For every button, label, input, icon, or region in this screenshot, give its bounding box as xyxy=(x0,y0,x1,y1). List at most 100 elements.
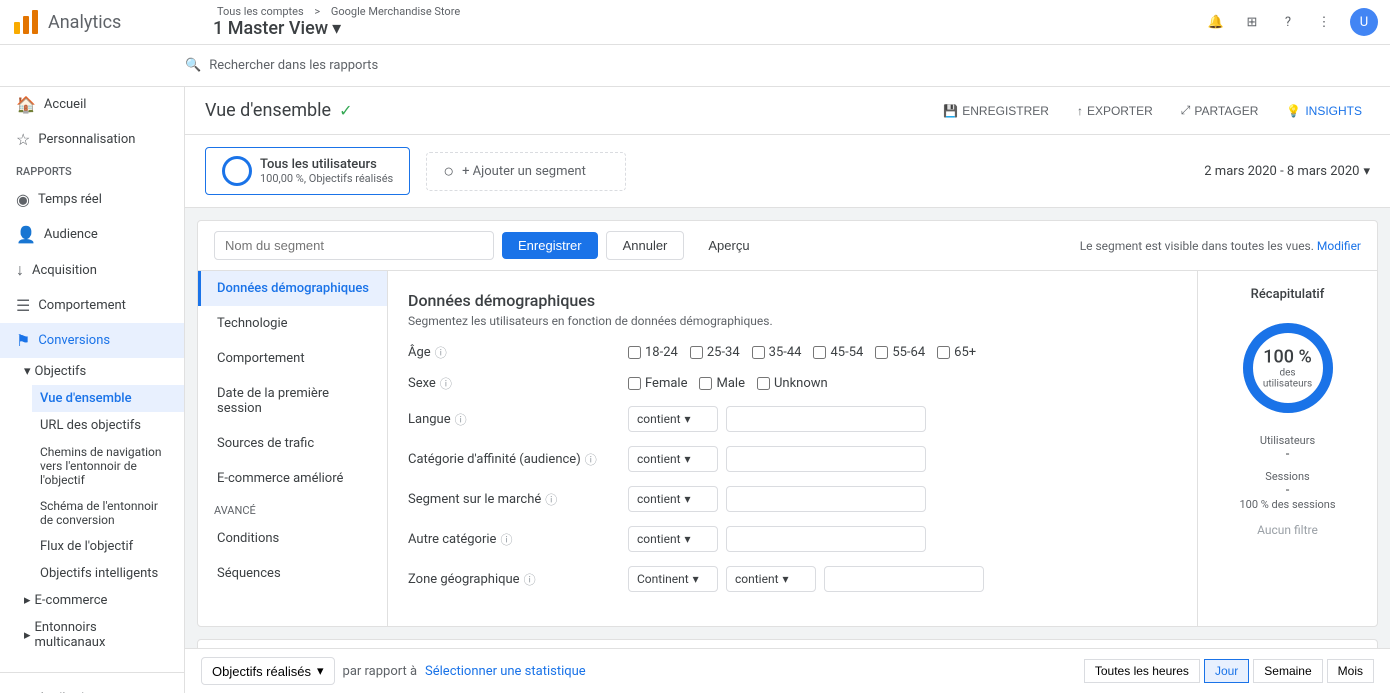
sidebar-item-temps-reel[interactable]: ◉ Temps réel xyxy=(0,182,184,217)
segment-save-btn[interactable]: Enregistrer xyxy=(502,232,598,259)
chevron-down-icon5: ▾ xyxy=(693,572,699,586)
period-month-btn[interactable]: Mois xyxy=(1327,659,1374,683)
geo-operator-select[interactable]: contient ▾ xyxy=(726,566,816,592)
langue-info-icon[interactable]: ⓘ xyxy=(455,411,467,428)
help-icon[interactable]: ? xyxy=(1278,12,1298,32)
sexe-row: Sexe ⓘ Female Male Unknown xyxy=(408,375,1177,392)
age-18-24[interactable]: 18-24 xyxy=(628,345,678,360)
donut-sub: des utilisateurs xyxy=(1263,368,1313,390)
sexe-info-icon[interactable]: ⓘ xyxy=(440,375,452,392)
sidebar-item-conversions[interactable]: ⚑ Conversions xyxy=(0,323,184,358)
affinity-value-input[interactable] xyxy=(726,446,926,472)
share-button[interactable]: ⤢ PARTAGER xyxy=(1173,99,1267,122)
sidebar-item-accueil[interactable]: 🏠 Accueil xyxy=(0,87,184,122)
attribution-icon: ◎ xyxy=(16,689,30,693)
geo-level-select[interactable]: Continent ▾ xyxy=(628,566,718,592)
segment-modify-link[interactable]: Modifier xyxy=(1317,239,1361,253)
chevron-down-icon4: ▾ xyxy=(685,532,691,546)
sidebar-ecommerce[interactable]: ▸E-commerce xyxy=(16,587,184,614)
segment-name-input[interactable] xyxy=(214,231,494,260)
segment-preview-btn[interactable]: Aperçu xyxy=(692,232,765,259)
sidebar-url-objectifs[interactable]: URL des objectifs xyxy=(32,412,184,439)
search-area[interactable]: 🔍 Rechercher dans les rapports xyxy=(185,58,378,73)
editor-nav-technologie[interactable]: Technologie xyxy=(198,306,387,341)
marche-info-icon[interactable]: ⓘ xyxy=(545,491,557,508)
conversions-submenu: ▾Objectifs Vue d'ensemble URL des object… xyxy=(0,358,184,656)
affinity-row: Catégorie d'affinité (audience) ⓘ contie… xyxy=(408,446,1177,472)
affinity-info-icon[interactable]: ⓘ xyxy=(585,451,597,468)
langue-operator-select[interactable]: contient ▾ xyxy=(628,406,718,432)
sexe-female[interactable]: Female xyxy=(628,376,687,391)
sidebar-attribution[interactable]: ◎ Attribution BETA xyxy=(0,681,184,693)
geo-row: Zone géographique ⓘ Continent ▾ contient… xyxy=(408,566,1177,592)
export-button[interactable]: ↑ EXPORTER xyxy=(1069,100,1161,122)
editor-nav-sources-trafic[interactable]: Sources de trafic xyxy=(198,426,387,461)
geo-info-icon[interactable]: ⓘ xyxy=(524,571,536,588)
sidebar-item-audience[interactable]: 👤 Audience xyxy=(0,217,184,252)
editor-nav: Données démographiques Technologie Compo… xyxy=(198,271,388,626)
autre-info-icon[interactable]: ⓘ xyxy=(500,531,512,548)
sidebar-schema[interactable]: Schéma de l'entonnoir de conversion xyxy=(32,493,184,533)
sidebar-vue-ensemble[interactable]: Vue d'ensemble xyxy=(32,385,184,412)
period-week-btn[interactable]: Semaine xyxy=(1253,659,1322,683)
sidebar-intelligents[interactable]: Objectifs intelligents xyxy=(32,560,184,587)
sexe-male[interactable]: Male xyxy=(699,376,744,391)
notifications-icon[interactable]: 🔔 xyxy=(1206,12,1226,32)
date-range-picker[interactable]: 2 mars 2020 - 8 mars 2020 ▾ xyxy=(1204,164,1370,179)
segment-editor-body: Données démographiques Technologie Compo… xyxy=(198,271,1377,626)
autre-controls: contient ▾ xyxy=(628,526,1177,552)
editor-nav-donnees-demo[interactable]: Données démographiques xyxy=(198,271,387,306)
langue-value-input[interactable] xyxy=(726,406,926,432)
avatar[interactable]: U xyxy=(1350,8,1378,36)
app-title: Analytics xyxy=(48,12,121,33)
header-icons: 🔔 ⊞ ? ⋮ U xyxy=(1206,8,1378,36)
view-selector[interactable]: 1 Master View ▾ xyxy=(213,18,1206,39)
age-25-34[interactable]: 25-34 xyxy=(690,345,740,360)
sidebar-entonnoirs[interactable]: ▸Entonnoirs multicanaux xyxy=(16,614,184,656)
more-icon[interactable]: ⋮ xyxy=(1314,12,1334,32)
autre-operator-select[interactable]: contient ▾ xyxy=(628,526,718,552)
donut-percentage: 100 % xyxy=(1263,347,1313,368)
age-55-64[interactable]: 55-64 xyxy=(875,345,925,360)
sidebar-objectifs[interactable]: ▾Objectifs xyxy=(16,358,184,385)
sexe-label: Sexe ⓘ xyxy=(408,375,628,392)
metric-select-btn[interactable]: Objectifs réalisés ▾ xyxy=(201,657,335,685)
breadcrumb: Tous les comptes > Google Merchandise St… xyxy=(213,5,1206,18)
age-65plus[interactable]: 65+ xyxy=(937,345,976,360)
autre-value-input[interactable] xyxy=(726,526,926,552)
segment-sub: 100,00 %, Objectifs réalisés xyxy=(260,172,393,185)
editor-nav-sequences[interactable]: Séquences xyxy=(198,556,387,591)
insights-button[interactable]: 💡 INSIGHTS xyxy=(1278,100,1370,122)
geo-value-input[interactable] xyxy=(824,566,984,592)
add-segment-btn[interactable]: ○ + Ajouter un segment xyxy=(426,152,626,191)
sidebar-flux[interactable]: Flux de l'objectif xyxy=(32,533,184,560)
sidebar-chemins[interactable]: Chemins de navigation vers l'entonnoir d… xyxy=(32,439,184,493)
page-header-actions: 💾 ENREGISTRER ↑ EXPORTER ⤢ PARTAGER 💡 IN… xyxy=(935,99,1370,122)
recap-title: Récapitulatif xyxy=(1251,287,1325,302)
period-day-btn[interactable]: Jour xyxy=(1204,659,1249,683)
sidebar-item-comportement[interactable]: ☰ Comportement xyxy=(0,288,184,323)
segment-editor-header: Enregistrer Annuler Aperçu Le segment es… xyxy=(198,221,1377,271)
sexe-unknown[interactable]: Unknown xyxy=(757,376,828,391)
all-users-segment[interactable]: Tous les utilisateurs 100,00 %, Objectif… xyxy=(205,147,410,195)
save-button[interactable]: 💾 ENREGISTRER xyxy=(935,100,1057,122)
segment-cancel-btn[interactable]: Annuler xyxy=(606,231,685,260)
editor-nav-date-premiere[interactable]: Date de la première session xyxy=(198,376,387,426)
autre-label: Autre catégorie ⓘ xyxy=(408,531,628,548)
apps-icon[interactable]: ⊞ xyxy=(1242,12,1262,32)
affinity-operator-select[interactable]: contient ▾ xyxy=(628,446,718,472)
period-all-hours-btn[interactable]: Toutes les heures xyxy=(1084,659,1200,683)
sidebar-item-acquisition[interactable]: ↓ Acquisition xyxy=(0,252,184,288)
marche-value-input[interactable] xyxy=(726,486,926,512)
editor-nav-conditions[interactable]: Conditions xyxy=(198,521,387,556)
editor-nav-comportement[interactable]: Comportement xyxy=(198,341,387,376)
sidebar-item-personnalisation[interactable]: ☆ Personnalisation xyxy=(0,122,184,157)
realtime-icon: ◉ xyxy=(16,190,30,209)
segment-visible-text: Le segment est visible dans toutes les v… xyxy=(1080,239,1361,253)
age-info-icon[interactable]: ⓘ xyxy=(435,344,447,361)
age-45-54[interactable]: 45-54 xyxy=(813,345,863,360)
editor-nav-ecommerce[interactable]: E-commerce amélioré xyxy=(198,461,387,496)
advanced-section-label: Avancé xyxy=(198,496,387,521)
marche-operator-select[interactable]: contient ▾ xyxy=(628,486,718,512)
age-35-44[interactable]: 35-44 xyxy=(752,345,802,360)
